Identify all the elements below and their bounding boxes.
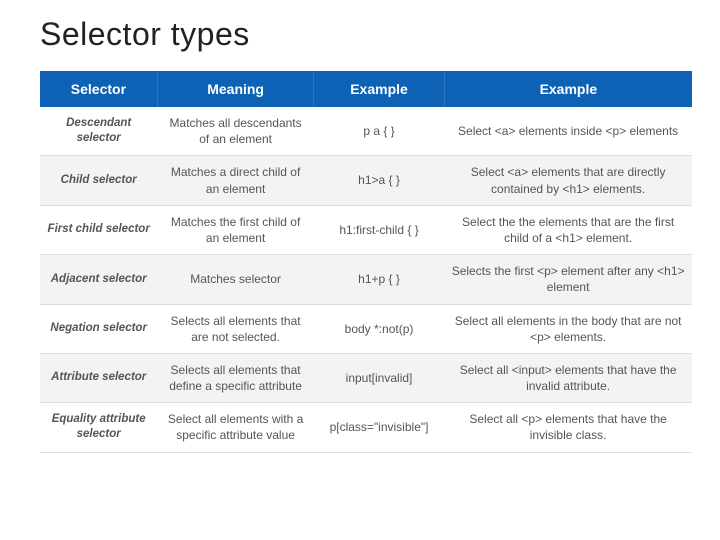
table-row: Negation selectorSelects all elements th… [40,304,692,353]
selector-name: Descendant selector [40,107,157,156]
selector-name: Adjacent selector [40,255,157,304]
table-row: Child selectorMatches a direct child of … [40,156,692,205]
header-example: Example [314,71,444,107]
selector-name: Attribute selector [40,353,157,402]
selector-meaning: Matches all descendants of an element [157,107,313,156]
selector-code: h1>a { } [314,156,444,205]
table-header: Selector Meaning Example Example [40,71,692,107]
selector-meaning: Matches selector [157,255,313,304]
selector-code: p a { } [314,107,444,156]
selector-meaning: Selects all elements that are not select… [157,304,313,353]
selector-code: p[class="invisible"] [314,403,444,452]
selector-name: Equality attribute selector [40,403,157,452]
selector-name: Negation selector [40,304,157,353]
table-row: Descendant selectorMatches all descendan… [40,107,692,156]
selector-meaning: Select all elements with a specific attr… [157,403,313,452]
selector-description: Select all <input> elements that have th… [444,353,692,402]
table-row: First child selectorMatches the first ch… [40,205,692,254]
selector-description: Select all <p> elements that have the in… [444,403,692,452]
selector-types-table: Selector Meaning Example Example Descend… [40,71,692,453]
table-row: Attribute selectorSelects all elements t… [40,353,692,402]
selector-meaning: Matches the first child of an element [157,205,313,254]
selector-description: Select the the elements that are the fir… [444,205,692,254]
selector-name: First child selector [40,205,157,254]
slide-container: Selector types Selector Meaning Example … [0,0,720,453]
header-selector: Selector [40,71,157,107]
selector-name: Child selector [40,156,157,205]
selector-code: h1+p { } [314,255,444,304]
header-meaning: Meaning [157,71,313,107]
selector-code: input[invalid] [314,353,444,402]
selector-meaning: Selects all elements that define a speci… [157,353,313,402]
table-body: Descendant selectorMatches all descendan… [40,107,692,452]
slide-title: Selector types [40,16,692,53]
selector-code: body *:not(p) [314,304,444,353]
selector-description: Select all elements in the body that are… [444,304,692,353]
header-example-desc: Example [444,71,692,107]
table-row: Adjacent selectorMatches selectorh1+p { … [40,255,692,304]
selector-description: Select <a> elements that are directly co… [444,156,692,205]
selector-description: Selects the first <p> element after any … [444,255,692,304]
table-row: Equality attribute selectorSelect all el… [40,403,692,452]
selector-meaning: Matches a direct child of an element [157,156,313,205]
selector-code: h1:first-child { } [314,205,444,254]
selector-description: Select <a> elements inside <p> elements [444,107,692,156]
